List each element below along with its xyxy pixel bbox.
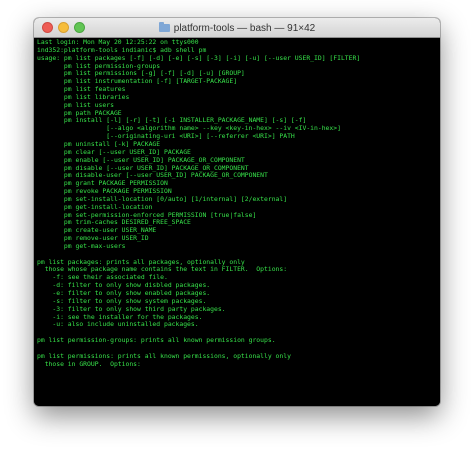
- terminal-line: those in GROUP. Options:: [37, 359, 141, 368]
- terminal-line: pm list permission-groups: prints all kn…: [37, 336, 276, 345]
- title-bar[interactable]: platform-tools — bash — 91×42: [34, 18, 440, 38]
- window-title-text: platform-tools — bash — 91×42: [173, 22, 316, 34]
- folder-icon: [158, 22, 170, 32]
- terminal-line: -u: also include uninstalled packages.: [37, 320, 199, 329]
- terminal-output[interactable]: Last login: Mon May 20 12:25:22 on ttys0…: [34, 38, 440, 406]
- terminal-window: platform-tools — bash — 91×42 Last login…: [34, 18, 440, 406]
- window-title: platform-tools — bash — 91×42: [34, 18, 440, 38]
- terminal-line: pm get-max-users: [37, 241, 126, 250]
